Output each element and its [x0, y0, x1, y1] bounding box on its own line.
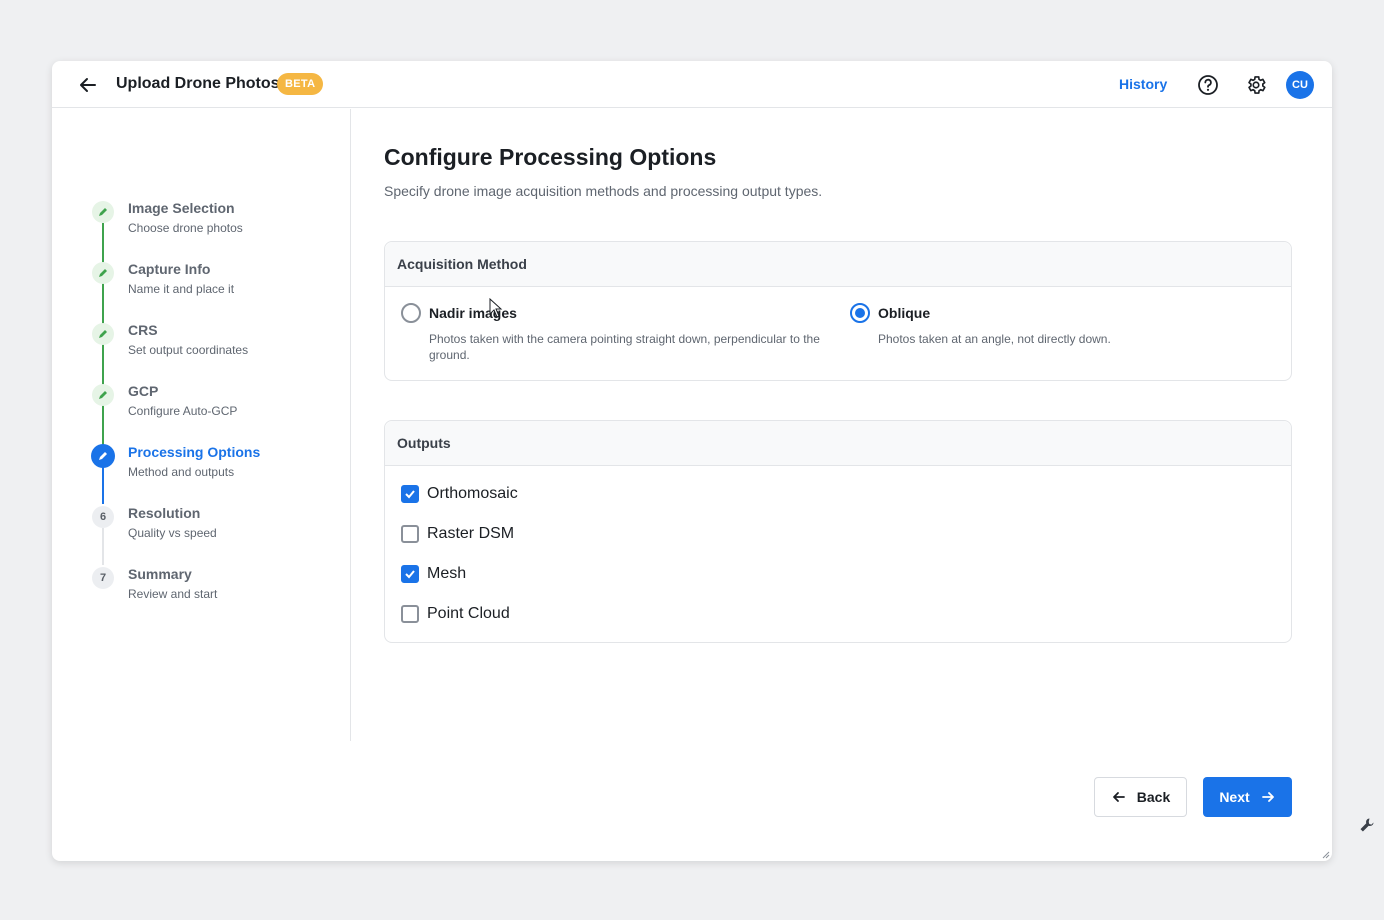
step-crs[interactable]: CRS Set output coordinates — [92, 322, 332, 375]
step-number: 7 — [92, 567, 114, 589]
nadir-radio[interactable] — [401, 303, 421, 323]
step-summary[interactable]: 7 Summary Review and start — [92, 566, 332, 619]
card-title: Outputs — [385, 421, 1291, 466]
beta-badge: BETA — [277, 73, 324, 95]
step-capture-info[interactable]: Capture Info Name it and place it — [92, 261, 332, 314]
outputs-card: Outputs Orthomosaic Raster DSM Mesh Poin… — [384, 420, 1292, 643]
back-button-label: Back — [1136, 789, 1171, 805]
section-heading: Configure Processing Options — [384, 144, 717, 170]
mesh-checkbox[interactable] — [401, 565, 419, 583]
radio-description: Photos taken at an angle, not directly d… — [878, 332, 1111, 346]
step-title: Image Selection — [128, 200, 235, 216]
mouse-cursor-icon — [489, 298, 503, 318]
active-step-marker — [91, 444, 115, 468]
help-icon[interactable] — [1197, 74, 1219, 96]
completed-step-marker — [92, 201, 114, 223]
next-button[interactable]: Next — [1203, 777, 1292, 817]
completed-step-marker — [92, 262, 114, 284]
step-resolution[interactable]: 6 Resolution Quality vs speed — [92, 505, 332, 558]
step-image-selection[interactable]: Image Selection Choose drone photos — [92, 200, 332, 253]
radio-label: Oblique — [878, 305, 931, 321]
checkbox-label: Orthomosaic — [427, 485, 518, 502]
step-subtitle: Quality vs speed — [128, 526, 217, 540]
raster-dsm-checkbox[interactable] — [401, 525, 419, 543]
step-processing-options[interactable]: Processing Options Method and outputs — [91, 444, 332, 497]
step-subtitle: Set output coordinates — [128, 343, 249, 357]
step-title: Resolution — [128, 505, 201, 521]
step-subtitle: Name it and place it — [128, 282, 235, 296]
pencil-icon — [99, 208, 107, 216]
check-icon — [405, 490, 415, 499]
back-arrow-icon[interactable] — [78, 75, 98, 95]
card-title: Acquisition Method — [385, 242, 1291, 287]
checkbox-label: Mesh — [427, 565, 467, 582]
oblique-radio[interactable] — [850, 303, 870, 323]
completed-step-marker — [92, 323, 114, 345]
output-orthomosaic[interactable]: Orthomosaic — [401, 483, 601, 503]
acquisition-method-card: Acquisition Method Nadir images Photos t… — [384, 241, 1292, 381]
radio-option-oblique[interactable]: Oblique Photos taken at an angle, not di… — [850, 302, 1270, 362]
radio-label: Nadir images — [429, 305, 517, 321]
step-subtitle: Review and start — [128, 587, 218, 601]
step-subtitle: Configure Auto-GCP — [128, 404, 238, 418]
step-gcp[interactable]: GCP Configure Auto-GCP — [92, 383, 332, 436]
pencil-icon — [99, 330, 107, 338]
pencil-icon — [99, 269, 107, 277]
step-title: GCP — [128, 383, 159, 399]
upload-window: Upload Drone Photos BETA History CU Imag… — [52, 61, 1332, 861]
pencil-icon — [99, 452, 107, 460]
pencil-icon — [99, 391, 107, 399]
radio-description: Photos taken with the camera pointing st… — [429, 332, 820, 362]
gear-icon[interactable] — [1245, 74, 1267, 96]
next-button-label: Next — [1219, 789, 1250, 805]
back-button[interactable]: Back — [1094, 777, 1187, 817]
checkbox-label: Point Cloud — [427, 605, 510, 622]
arrow-left-icon — [1112, 792, 1125, 802]
stepper-sidebar: Image Selection Choose drone photos Capt… — [52, 109, 351, 741]
step-title: Processing Options — [128, 444, 261, 460]
wrench-icon[interactable] — [1358, 816, 1376, 834]
completed-step-marker — [92, 384, 114, 406]
output-point-cloud[interactable]: Point Cloud — [401, 603, 601, 623]
arrow-right-icon — [1261, 792, 1274, 802]
step-number: 6 — [92, 506, 114, 528]
step-subtitle: Method and outputs — [128, 465, 235, 479]
output-raster-dsm[interactable]: Raster DSM — [401, 523, 601, 543]
section-description: Specify drone image acquisition methods … — [384, 183, 823, 199]
orthomosaic-checkbox[interactable] — [401, 485, 419, 503]
step-title: Summary — [128, 566, 192, 582]
checkbox-label: Raster DSM — [427, 525, 515, 542]
resize-grip-icon[interactable] — [1322, 851, 1330, 859]
step-title: Capture Info — [128, 261, 211, 277]
check-icon — [405, 570, 415, 579]
page-title: Upload Drone Photos — [116, 75, 280, 92]
step-subtitle: Choose drone photos — [128, 221, 243, 235]
output-mesh[interactable]: Mesh — [401, 563, 601, 583]
history-link[interactable]: History — [1119, 76, 1167, 92]
avatar[interactable]: CU — [1286, 71, 1314, 99]
app-header: Upload Drone Photos BETA History CU — [52, 61, 1332, 108]
point-cloud-checkbox[interactable] — [401, 605, 419, 623]
radio-option-nadir[interactable]: Nadir images Photos taken with the camer… — [401, 302, 821, 362]
step-title: CRS — [128, 322, 158, 338]
